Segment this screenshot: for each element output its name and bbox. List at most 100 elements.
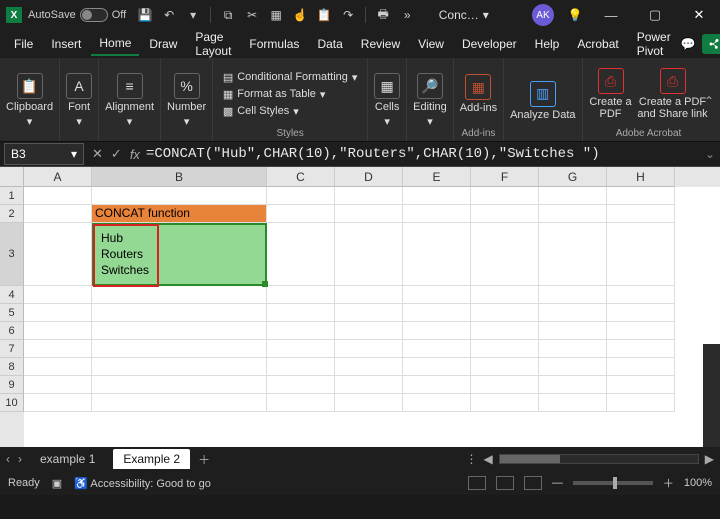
fill-handle[interactable]	[262, 281, 268, 287]
status-ready: Ready	[8, 477, 40, 489]
touch-icon[interactable]: ☝	[293, 8, 307, 22]
vertical-scrollbar[interactable]	[703, 344, 720, 447]
row-header-6[interactable]: 6	[0, 322, 24, 340]
page-break-view-button[interactable]	[524, 476, 542, 490]
next-sheet-icon[interactable]: ›	[18, 452, 22, 466]
accessibility-status[interactable]: ♿ Accessibility: Good to go	[74, 477, 211, 490]
more-icon[interactable]: »	[400, 8, 414, 22]
tab-insert[interactable]: Insert	[43, 33, 89, 55]
row-header-9[interactable]: 9	[0, 376, 24, 394]
merge-icon[interactable]: ▦	[269, 8, 283, 22]
scroll-left-icon[interactable]: ◀	[484, 452, 493, 466]
worksheet-grid[interactable]: 1 2 3 4 5 6 7 8 9 10 A B C D E F G H CON…	[0, 167, 720, 447]
enter-formula-icon[interactable]: ✓	[111, 146, 122, 162]
add-sheet-icon[interactable]: ＋	[198, 451, 210, 468]
addins-button[interactable]: ▦Add-ins	[460, 74, 497, 114]
cell-b2[interactable]: CONCAT function	[92, 205, 267, 223]
tab-draw[interactable]: Draw	[141, 33, 185, 55]
comments-icon[interactable]: 💬	[681, 37, 696, 51]
fx-icon[interactable]: fx	[130, 147, 140, 162]
collapse-ribbon-icon[interactable]: ⌃	[704, 94, 714, 108]
cut-icon[interactable]: ✂	[245, 8, 259, 22]
row-header-8[interactable]: 8	[0, 358, 24, 376]
clipboard-button[interactable]: 📋Clipboard▾	[6, 73, 53, 128]
cells-button[interactable]: ▦Cells▾	[374, 73, 400, 128]
maximize-button[interactable]: ▢	[640, 7, 670, 23]
col-header-e[interactable]: E	[403, 167, 471, 187]
tab-review[interactable]: Review	[353, 33, 408, 55]
column-headers: A B C D E F G H	[24, 167, 720, 187]
tab-view[interactable]: View	[410, 33, 452, 55]
col-header-a[interactable]: A	[24, 167, 92, 187]
number-button[interactable]: %Number▾	[167, 73, 206, 128]
share-button[interactable]	[702, 34, 720, 54]
row-header-1[interactable]: 1	[0, 187, 24, 205]
tab-acrobat[interactable]: Acrobat	[569, 33, 626, 55]
row-header-5[interactable]: 5	[0, 304, 24, 322]
tab-menu-icon[interactable]: ⋮	[466, 452, 478, 466]
tab-home[interactable]: Home	[91, 32, 139, 56]
create-share-button[interactable]: ⎙Create a PDF and Share link	[637, 68, 709, 120]
zoom-slider[interactable]	[573, 481, 653, 485]
tab-help[interactable]: Help	[527, 33, 568, 55]
paste-icon[interactable]: 📋	[317, 8, 331, 22]
tab-power-pivot[interactable]: Power Pivot	[629, 26, 679, 62]
tab-developer[interactable]: Developer	[454, 33, 525, 55]
row-header-7[interactable]: 7	[0, 340, 24, 358]
select-all-corner[interactable]	[0, 167, 24, 187]
zoom-in-icon[interactable]: ＋	[663, 475, 674, 491]
horizontal-scrollbar[interactable]	[499, 454, 699, 464]
col-header-h[interactable]: H	[607, 167, 675, 187]
normal-view-button[interactable]	[468, 476, 486, 490]
macro-record-icon[interactable]: ▣	[52, 477, 62, 490]
autosave[interactable]: AutoSave Off	[28, 8, 126, 22]
tab-file[interactable]: File	[6, 33, 41, 55]
cell-b3-selected[interactable]: HubRoutersSwitches	[92, 223, 267, 286]
tab-page-layout[interactable]: Page Layout	[187, 26, 239, 62]
cell-styles-button[interactable]: ▩Cell Styles▾	[223, 105, 358, 118]
sheet-tab-1[interactable]: example 1	[30, 449, 105, 469]
row-header-2[interactable]: 2	[0, 205, 24, 223]
col-header-c[interactable]: C	[267, 167, 335, 187]
minimize-button[interactable]: —	[596, 8, 626, 23]
zoom-out-icon[interactable]: —	[552, 477, 563, 489]
page-layout-view-button[interactable]	[496, 476, 514, 490]
row-header-3[interactable]: 3	[0, 223, 24, 286]
formula-input[interactable]: =CONCAT("Hub",CHAR(10),"Routers",CHAR(10…	[140, 146, 700, 162]
create-pdf-button[interactable]: ⎙Create a PDF	[589, 68, 633, 120]
analyze-button[interactable]: ▥Analyze Data	[510, 81, 575, 121]
col-header-g[interactable]: G	[539, 167, 607, 187]
font-button[interactable]: AFont▾	[66, 73, 92, 128]
redo-icon[interactable]: ↷	[341, 8, 355, 22]
row-header-4[interactable]: 4	[0, 286, 24, 304]
document-title[interactable]: Conc… ▾	[439, 8, 489, 22]
print-icon[interactable]: 🖶	[376, 8, 390, 22]
sheet-tab-2[interactable]: Example 2	[113, 449, 190, 469]
redo-chevron-icon[interactable]: ▾	[186, 8, 200, 22]
col-header-f[interactable]: F	[471, 167, 539, 187]
col-header-b[interactable]: B	[92, 167, 267, 187]
alignment-button[interactable]: ≡Alignment▾	[105, 73, 154, 128]
editing-button[interactable]: 🔎Editing▾	[413, 73, 447, 128]
name-box[interactable]: B3 ▾	[4, 143, 84, 165]
lightbulb-icon[interactable]: 💡	[568, 8, 582, 22]
scroll-right-icon[interactable]: ▶	[705, 452, 714, 466]
user-avatar[interactable]: AK	[532, 4, 554, 26]
cancel-formula-icon[interactable]: ✕	[92, 146, 103, 162]
ribbon: 📋Clipboard▾ AFont▾ ≡Alignment▾ %Number▾ …	[0, 58, 720, 142]
zoom-level[interactable]: 100%	[684, 477, 712, 489]
copy-icon[interactable]: ⧉	[221, 8, 235, 22]
prev-sheet-icon[interactable]: ‹	[6, 452, 10, 466]
close-button[interactable]: ✕	[684, 7, 714, 23]
format-as-table-button[interactable]: ▦Format as Table▾	[223, 88, 358, 101]
autosave-toggle[interactable]	[80, 8, 108, 22]
conditional-formatting-button[interactable]: ▤Conditional Formatting▾	[223, 71, 358, 84]
expand-formula-icon[interactable]: ⌄	[700, 147, 720, 161]
col-header-d[interactable]: D	[335, 167, 403, 187]
group-clipboard: 📋Clipboard▾	[0, 58, 60, 141]
tab-data[interactable]: Data	[309, 33, 350, 55]
save-icon[interactable]: 💾	[138, 8, 152, 22]
row-header-10[interactable]: 10	[0, 394, 24, 412]
tab-formulas[interactable]: Formulas	[241, 33, 307, 55]
undo-icon[interactable]: ↶	[162, 8, 176, 22]
